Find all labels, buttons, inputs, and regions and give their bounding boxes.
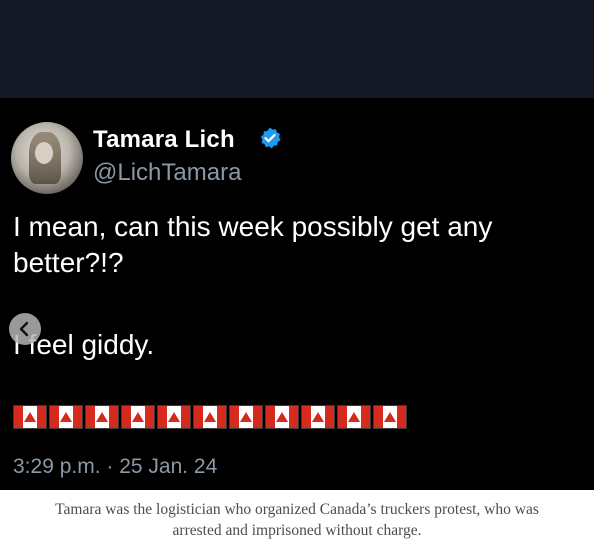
flag-row <box>13 405 407 431</box>
author-handle: @LichTamara <box>93 159 242 186</box>
canada-flag-icon <box>49 405 83 429</box>
canada-flag-icon <box>229 405 263 429</box>
canada-flag-icon <box>157 405 191 429</box>
tweet-text: I mean, can this week possibly get any b… <box>13 211 493 278</box>
canada-flag-icon <box>373 405 407 429</box>
canada-flag-icon <box>265 405 299 429</box>
dark-header-band <box>0 0 594 98</box>
avatar <box>11 122 83 194</box>
tweet-card <box>0 98 594 490</box>
canada-flag-icon <box>337 405 371 429</box>
gallery-prev-button[interactable] <box>9 313 41 345</box>
image-caption: Tamara was the logistician who organized… <box>0 499 594 541</box>
avatar-face <box>35 142 53 164</box>
author-name: Tamara Lich <box>93 126 235 153</box>
caption-line-1: Tamara was the logistician who organized… <box>55 501 539 518</box>
canada-flag-icon <box>121 405 155 429</box>
chevron-left-icon <box>19 321 29 337</box>
verified-badge-icon <box>260 127 281 149</box>
tweet-timestamp: 3:29 p.m. · 25 Jan. 24 <box>13 455 218 478</box>
canada-flag-icon <box>85 405 119 429</box>
canada-flag-icon <box>13 405 47 429</box>
canada-flag-icon <box>301 405 335 429</box>
tweet-screenshot: Tamara Lich @LichTamara I mean, can this… <box>0 0 594 490</box>
caption-line-2: arrested and imprisoned without charge. <box>172 522 422 539</box>
canada-flag-icon <box>193 405 227 429</box>
